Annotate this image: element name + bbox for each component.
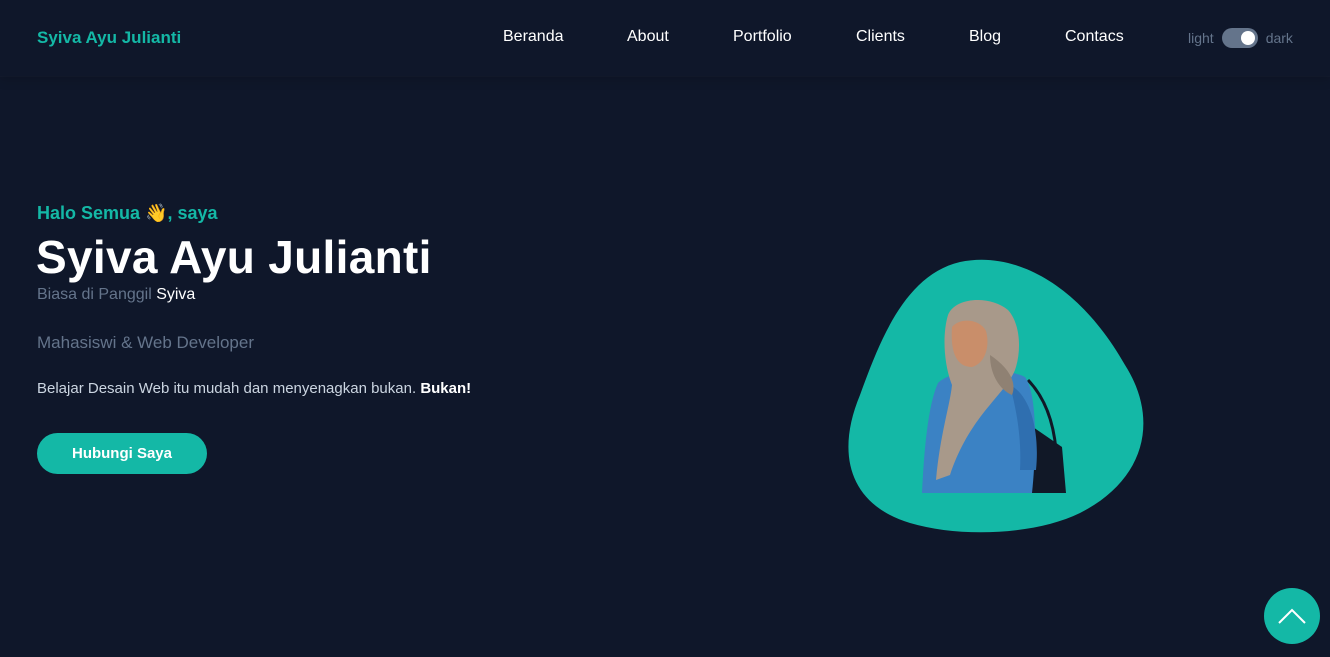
tagline-text: Belajar Desain Web itu mudah dan menyena… [37,380,417,397]
profile-photo [848,259,1144,533]
nav-link-portfolio[interactable]: Portfolio [733,28,792,46]
contact-me-button[interactable]: Hubungi Saya [37,433,207,474]
hero-role: Mahasiswi & Web Developer [37,333,254,352]
nav-link-blog[interactable]: Blog [969,28,1001,46]
dark-mode-switch[interactable] [1221,28,1258,48]
theme-toggle: light dark [1188,27,1293,49]
theme-dark-label: dark [1265,30,1293,46]
nav-link-contacs[interactable]: Contacs [1065,28,1124,46]
nickname-prefix: Biasa di Panggil [37,286,152,303]
hero-name: Syiva Ayu Julianti [36,231,432,283]
theme-light-label: light [1188,30,1214,46]
brand-logo[interactable]: Syiva Ayu Julianti [37,28,181,48]
tagline-emphasis: Bukan! [420,380,472,397]
navbar: Syiva Ayu Julianti Beranda About Portfol… [0,0,1330,76]
switch-knob [1240,31,1255,45]
hero-tagline: Belajar Desain Web itu mudah dan menyena… [37,380,471,397]
nickname: Syiva [156,286,196,303]
nav-link-about[interactable]: About [627,28,669,46]
chevron-up-icon [1278,608,1306,624]
nav-link-beranda[interactable]: Beranda [503,28,564,46]
hero-greeting: Halo Semua 👋, saya [37,203,218,223]
nav-link-clients[interactable]: Clients [856,28,905,46]
hero-nickname-line: Biasa di Panggil Syiva [37,286,195,304]
back-to-top-button[interactable] [1264,588,1320,644]
